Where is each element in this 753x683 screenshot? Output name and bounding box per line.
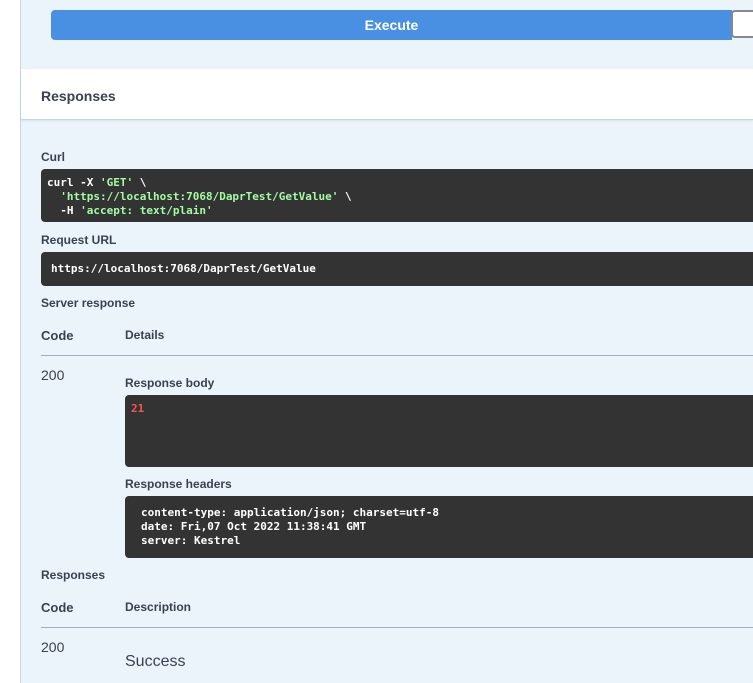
responses-status-code: 200 — [41, 639, 65, 655]
clear-button[interactable] — [731, 10, 753, 38]
response-body-block[interactable]: 21 — [125, 395, 753, 467]
responses-description-header: Description — [125, 600, 192, 614]
curl-cont-1: \ — [133, 176, 147, 189]
curl-url: 'https://localhost:7068/DaprTest/GetValu… — [60, 190, 339, 203]
responses-table-label: Responses — [41, 568, 106, 582]
responses-title: Responses — [41, 88, 116, 104]
response-header-line: content-type: application/json; charset=… — [141, 506, 440, 519]
response-body-label: Response body — [125, 376, 215, 390]
curl-code-block[interactable]: curl -X 'GET' \ 'https://localhost:7068/… — [41, 169, 753, 222]
curl-h-flag: -H — [60, 204, 81, 217]
responses-header: Responses — [21, 69, 753, 120]
response-header-line: date: Fri,07 Oct 2022 11:38:41 GMT — [141, 520, 367, 533]
response-header-line: server: Kestrel — [141, 534, 241, 547]
execute-button[interactable]: Execute — [51, 10, 732, 40]
curl-method: 'GET' — [99, 176, 134, 189]
request-url-value: https://localhost:7068/DaprTest/GetValue — [51, 262, 316, 275]
operation-panel: Execute Responses Curl curl -X 'GET' \ '… — [21, 0, 753, 683]
curl-label: Curl — [41, 150, 65, 164]
responses-divider — [41, 627, 753, 628]
server-response-details-header: Details — [125, 328, 165, 342]
server-response-divider — [41, 355, 753, 356]
response-headers-block[interactable]: content-type: application/json; charset=… — [125, 496, 753, 558]
left-margin — [0, 0, 21, 683]
responses-description: Success — [125, 653, 186, 670]
request-url-block[interactable]: https://localhost:7068/DaprTest/GetValue — [41, 252, 753, 286]
response-headers-label: Response headers — [125, 477, 232, 491]
curl-cmd: curl -X — [47, 176, 100, 189]
responses-code-header: Code — [41, 600, 74, 615]
server-response-label: Server response — [41, 296, 136, 310]
execute-wrapper: Execute — [51, 10, 753, 40]
response-body-value: 21 — [131, 402, 145, 415]
server-response-code-header: Code — [41, 328, 74, 343]
request-url-label: Request URL — [41, 233, 117, 247]
server-response-status-code: 200 — [41, 367, 65, 383]
curl-header: 'accept: text/plain' — [80, 204, 213, 217]
curl-cont-2: \ — [338, 190, 352, 203]
